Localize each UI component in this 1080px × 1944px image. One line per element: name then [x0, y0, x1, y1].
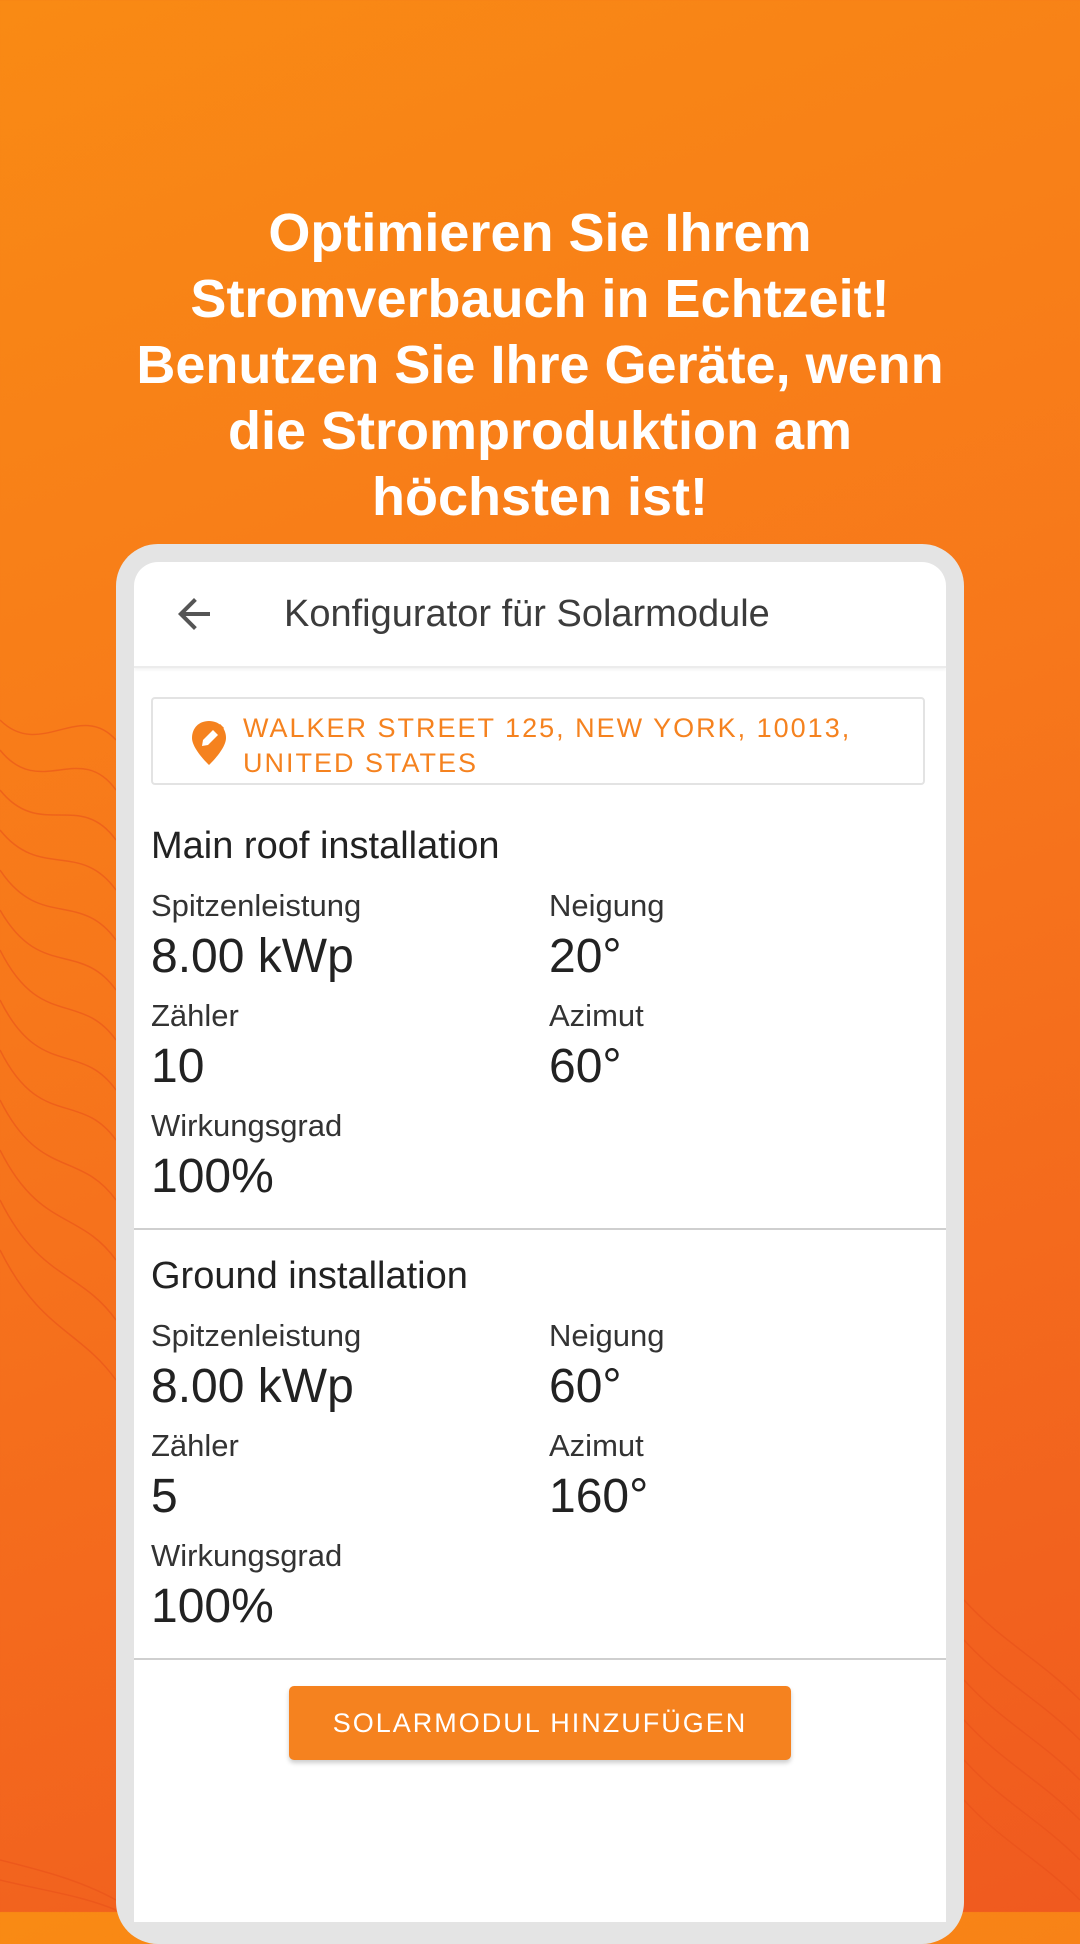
installation-card[interactable]: Main roof installation Spitzenleistung 8… — [134, 822, 946, 1226]
installation-title: Main roof installation — [151, 825, 500, 867]
location-edit-icon — [192, 721, 226, 765]
tilt-label: Neigung — [549, 1318, 665, 1353]
add-solar-module-button[interactable]: SOLARMODUL HINZUFÜGEN — [289, 1686, 791, 1760]
peak-power-label: Spitzenleistung — [151, 888, 362, 923]
efficiency-label: Wirkungsgrad — [151, 1538, 343, 1573]
section-divider — [134, 1228, 946, 1230]
efficiency-value: 100% — [151, 1150, 274, 1203]
azimuth-value: 160° — [549, 1470, 649, 1523]
count-label: Zähler — [151, 998, 239, 1033]
peak-power-value: 8.00 kWp — [151, 930, 354, 983]
count-value: 10 — [151, 1040, 205, 1093]
arrow-back-icon[interactable] — [170, 590, 218, 638]
peak-power-label: Spitzenleistung — [151, 1318, 362, 1353]
tilt-value: 60° — [549, 1360, 622, 1413]
section-divider — [134, 1658, 946, 1660]
efficiency-label: Wirkungsgrad — [151, 1108, 343, 1143]
address-text: WALKER STREET 125, NEW YORK, 10013, UNIT… — [243, 713, 852, 778]
app-screen: Konfigurator für Solarmodule WALKER STRE… — [134, 562, 946, 1922]
azimuth-value: 60° — [549, 1040, 622, 1093]
installation-title: Ground installation — [151, 1255, 468, 1297]
count-value: 5 — [151, 1470, 178, 1523]
address-card[interactable]: WALKER STREET 125, NEW YORK, 10013, UNIT… — [151, 697, 925, 785]
azimuth-label: Azimut — [549, 1428, 644, 1463]
peak-power-value: 8.00 kWp — [151, 1360, 354, 1413]
app-bar: Konfigurator für Solarmodule — [134, 562, 946, 668]
count-label: Zähler — [151, 1428, 239, 1463]
page-title: Konfigurator für Solarmodule — [284, 593, 770, 635]
tilt-label: Neigung — [549, 888, 665, 923]
azimuth-label: Azimut — [549, 998, 644, 1033]
efficiency-value: 100% — [151, 1580, 274, 1633]
tilt-value: 20° — [549, 930, 622, 983]
promo-headline: Optimieren Sie Ihrem Stromverbauch in Ec… — [136, 203, 944, 527]
installation-card[interactable]: Ground installation Spitzenleistung 8.00… — [134, 1252, 946, 1656]
